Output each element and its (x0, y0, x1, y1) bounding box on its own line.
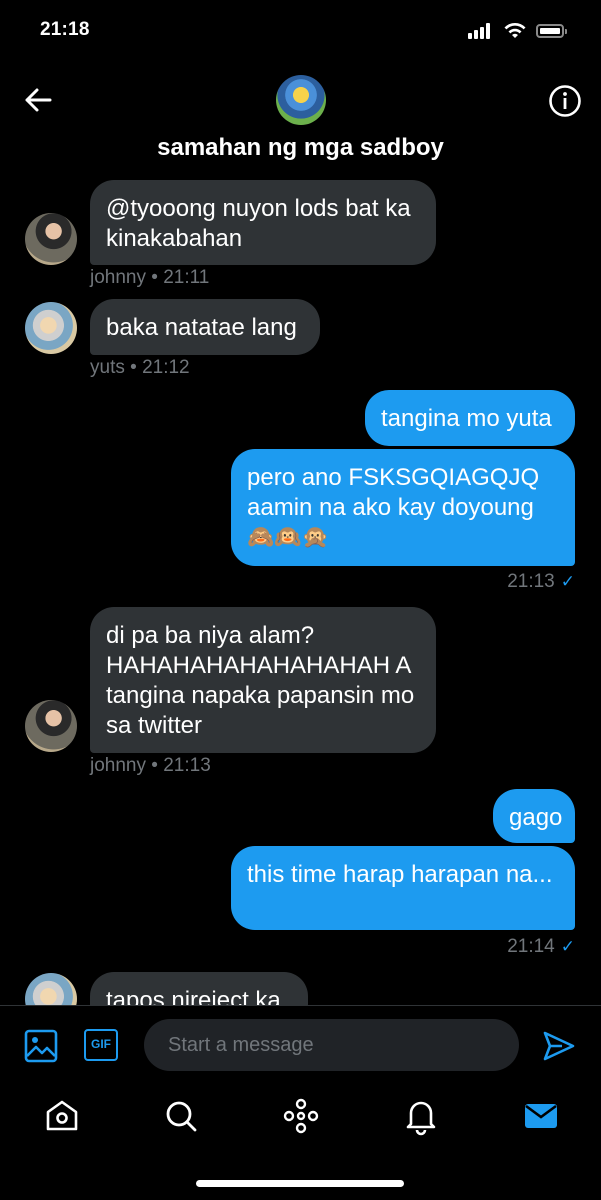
back-arrow-icon[interactable] (22, 84, 54, 116)
message-time: 21:14 (507, 936, 555, 957)
bell-icon[interactable] (401, 1096, 441, 1136)
avatar-johnny[interactable] (25, 700, 77, 752)
message-meta: 21:14 ✓ (400, 936, 575, 958)
read-check-icon: ✓ (560, 572, 575, 591)
status-time: 21:18 (40, 19, 90, 40)
message-meta: yuts • 21:12 (90, 357, 190, 379)
image-icon[interactable] (24, 1029, 58, 1063)
message-bubble-sent[interactable]: gago (493, 789, 575, 843)
message-meta: johnny • 21:13 (90, 755, 211, 777)
message-bubble-sent[interactable]: tangina mo yuta (365, 390, 575, 446)
message-bubble-sent[interactable]: this time harap harapan na... (231, 846, 575, 930)
composer-divider (0, 1005, 601, 1006)
send-icon[interactable] (542, 1030, 576, 1062)
avatar-johnny[interactable] (25, 213, 77, 265)
message-bubble[interactable]: @tyooong nuyon lods bat ka kinakabahan (90, 180, 436, 265)
message-meta: johnny • 21:11 (90, 267, 209, 289)
sender-name: johnny (90, 755, 146, 776)
spaces-icon[interactable] (281, 1096, 321, 1136)
gif-button[interactable]: GIF (84, 1029, 118, 1061)
message-meta: 21:13 ✓ (400, 571, 575, 593)
conversation-title[interactable]: samahan ng mga sadboy (0, 134, 601, 162)
message-emoji: 🙈🙉🙊 (247, 525, 330, 550)
battery-icon (536, 24, 567, 38)
sender-name: johnny (90, 267, 146, 288)
search-icon[interactable] (161, 1096, 201, 1136)
message-time: 21:11 (163, 267, 210, 288)
message-text: pero ano FSKSGQIAGQJQ aamin na ako kay d… (247, 464, 540, 521)
message-time: 21:13 (507, 571, 555, 592)
message-bubble[interactable]: di pa ba niya alam? HAHAHAHAHAHAHAHAH A … (90, 607, 436, 753)
meta-dot: • (151, 755, 164, 776)
home-indicator[interactable] (196, 1180, 404, 1187)
meta-dot: • (151, 267, 164, 288)
mail-icon[interactable] (521, 1096, 561, 1136)
read-check-icon: ✓ (560, 937, 575, 956)
group-avatar[interactable] (276, 75, 326, 125)
meta-dot: • (130, 357, 143, 378)
home-icon[interactable] (42, 1096, 82, 1136)
message-time: 21:13 (163, 755, 211, 776)
cellular-signal-icon (468, 23, 496, 39)
sender-name: yuts (90, 357, 125, 378)
info-icon[interactable] (548, 84, 582, 118)
gif-label: GIF (91, 1037, 111, 1051)
message-time: 21:12 (142, 357, 190, 378)
avatar-yuts[interactable] (25, 302, 77, 354)
message-bubble-sent[interactable]: pero ano FSKSGQIAGQJQ aamin na ako kay d… (231, 449, 575, 566)
message-input[interactable] (144, 1019, 519, 1071)
wifi-icon (504, 23, 526, 38)
message-bubble[interactable]: baka natatae lang (90, 299, 320, 355)
